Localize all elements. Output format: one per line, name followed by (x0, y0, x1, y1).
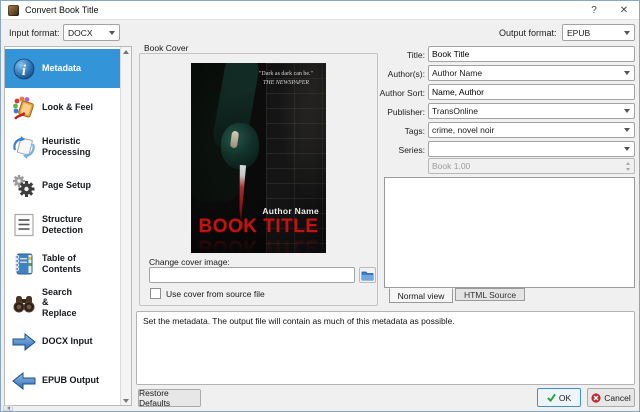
app-icon (8, 5, 19, 16)
input-format-label: Input format: (9, 28, 60, 38)
sidebar-item-heuristic-processing[interactable]: Heuristic Processing (5, 127, 121, 166)
cover-path-input[interactable] (149, 267, 355, 283)
publisher-label: Publisher: (374, 107, 425, 117)
output-format-select[interactable]: EPUB (562, 24, 635, 41)
section-list: i Metadata (4, 46, 132, 406)
sidebar-item-label: Search & Replace (42, 287, 77, 318)
sidebar-item-label: DOCX Input (42, 336, 93, 346)
sidebar-item-structure-detection[interactable]: Structure Detection (5, 205, 121, 244)
sidebar-item-table-of-contents[interactable]: Table of Contents (5, 244, 121, 283)
restore-defaults-button[interactable]: Restore Defaults (138, 389, 201, 407)
chevron-down-icon (620, 31, 634, 35)
input-format-select[interactable]: DOCX (63, 24, 120, 41)
tags-field-wrap: crime, novel noir (428, 122, 635, 138)
cover-author-name: Author Name (262, 206, 319, 216)
title-label: Title: (374, 50, 425, 60)
use-source-cover-row[interactable]: Use cover from source file (150, 288, 265, 299)
arrow-left-icon (10, 367, 37, 394)
author-sort-input[interactable] (428, 84, 635, 100)
series-label: Series: (374, 145, 425, 155)
sidebar-item-label: Metadata (42, 63, 81, 73)
section-description: Set the metadata. The output file will c… (136, 311, 635, 385)
sidebar-item-label: Heuristic Processing (42, 136, 91, 157)
series-index-spinner[interactable]: Book 1.00 (428, 158, 635, 174)
binoculars-icon (10, 289, 37, 316)
chevron-down-icon (619, 128, 634, 132)
titlebar: Convert Book Title ? ✕ (1, 1, 639, 20)
arrow-right-icon (10, 328, 37, 355)
chevron-down-icon (105, 31, 119, 35)
sidebar-item-epub-output[interactable]: EPUB Output (5, 361, 121, 400)
sidebar-item-label: Page Setup (42, 180, 91, 190)
sidebar-item-label: Look & Feel (42, 102, 93, 112)
use-source-cover-label: Use cover from source file (166, 289, 265, 299)
chevron-down-icon (619, 71, 634, 75)
browse-cover-button[interactable] (359, 267, 376, 283)
folder-icon (361, 270, 374, 281)
document-refresh-icon (10, 133, 37, 160)
comments-editor[interactable] (384, 177, 635, 288)
window-title: Convert Book Title (25, 5, 99, 15)
chevron-down-icon (619, 109, 634, 113)
cover-title-reflection: BOOK TITLE (191, 235, 326, 253)
check-icon (547, 393, 556, 402)
scroll-left-icon[interactable] (3, 405, 13, 411)
gears-icon (10, 172, 37, 199)
sidebar-item-label: Structure Detection (42, 214, 83, 235)
cancel-button[interactable]: Cancel (587, 388, 635, 407)
sidebar-item-page-setup[interactable]: Page Setup (5, 166, 121, 205)
ok-button[interactable]: OK (537, 388, 581, 407)
authors-label: Author(s): (374, 69, 425, 79)
tags-label: Tags: (374, 126, 425, 136)
output-format-value: EPUB (563, 28, 620, 38)
book-cover-group-label: Book Cover (141, 43, 191, 53)
info-icon: i (10, 55, 37, 82)
author-sort-label: Author Sort: (374, 88, 425, 98)
sidebar-scrollbar[interactable] (120, 47, 131, 405)
author-sort-field-wrap (428, 84, 635, 100)
publisher-field-wrap: TransOnline (428, 103, 635, 119)
scroll-down-icon[interactable] (121, 396, 131, 405)
notebook-icon (10, 250, 37, 277)
scroll-up-icon[interactable] (121, 47, 131, 56)
close-button[interactable]: ✕ (609, 1, 639, 20)
publisher-select[interactable]: TransOnline (428, 103, 635, 119)
title-field-wrap (428, 46, 635, 62)
sidebar-item-metadata[interactable]: i Metadata (5, 49, 121, 88)
sidebar-item-look-and-feel[interactable]: Look & Feel (5, 88, 121, 127)
cover-image: "Dark as dark can be." THE NEWSPAPER Aut… (191, 63, 326, 253)
cancel-icon (591, 393, 601, 403)
tab-normal-view[interactable]: Normal view (389, 288, 453, 303)
series-select[interactable] (428, 141, 635, 157)
cover-quote: "Dark as dark can be." THE NEWSPAPER (250, 70, 322, 88)
authors-field-wrap: Author Name (428, 65, 635, 81)
title-input[interactable] (428, 46, 635, 62)
output-format-label: Output format: (499, 28, 557, 38)
page-lines-icon (10, 211, 37, 238)
convert-dialog: Convert Book Title ? ✕ Input format: DOC… (0, 0, 640, 412)
sidebar-item-search-replace[interactable]: Search & Replace (5, 283, 121, 322)
help-button[interactable]: ? (579, 1, 609, 20)
sidebar-item-label: Table of Contents (42, 253, 81, 274)
change-cover-label: Change cover image: (149, 257, 230, 267)
sidebar-item-docx-input[interactable]: DOCX Input (5, 322, 121, 361)
input-format-value: DOCX (64, 28, 105, 38)
tab-html-source[interactable]: HTML Source (455, 288, 525, 301)
palette-icon (10, 94, 37, 121)
chevron-down-icon (619, 147, 634, 151)
sidebar-item-label: EPUB Output (42, 375, 99, 385)
spinner-arrows-icon[interactable] (621, 162, 634, 171)
use-source-cover-checkbox[interactable] (150, 288, 161, 299)
tags-select[interactable]: crime, novel noir (428, 122, 635, 138)
series-field-wrap (428, 141, 635, 157)
authors-select[interactable]: Author Name (428, 65, 635, 81)
